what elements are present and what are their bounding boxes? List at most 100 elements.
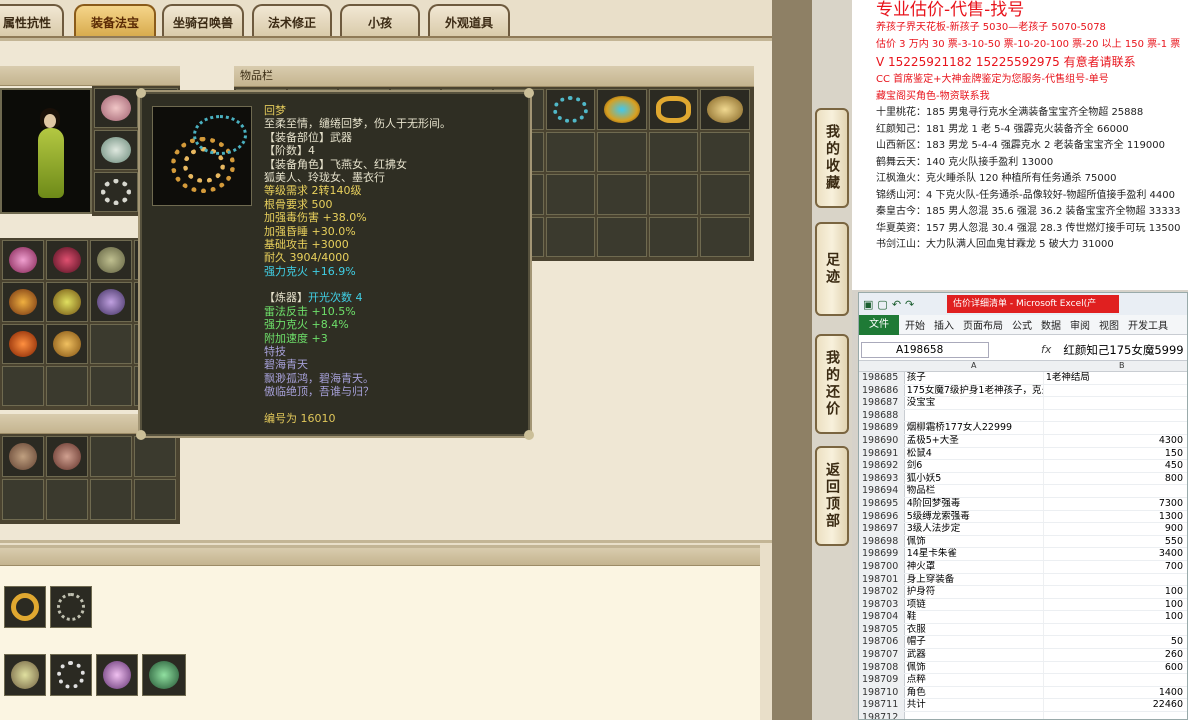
cell-b[interactable]: 1300 xyxy=(1044,511,1187,523)
row-number[interactable]: 198704 xyxy=(859,611,905,623)
accessory-ring[interactable] xyxy=(4,586,46,628)
cell-b[interactable]: 700 xyxy=(1044,561,1187,573)
cell-a[interactable]: 烟柳霜桥177女人22999 xyxy=(905,422,1044,434)
cell-a[interactable]: 剑6 xyxy=(905,460,1044,472)
item-slot[interactable] xyxy=(90,436,132,477)
item-slot[interactable] xyxy=(2,479,44,520)
row-number[interactable]: 198707 xyxy=(859,649,905,661)
item-slot[interactable] xyxy=(90,240,132,280)
cell-b[interactable]: 1老神结局 xyxy=(1044,372,1187,384)
accessory-bracelet[interactable] xyxy=(50,654,92,696)
tab-equipment[interactable]: 装备法宝 xyxy=(74,4,156,38)
cell-a[interactable]: 共计 xyxy=(905,699,1044,712)
accessory-mask[interactable] xyxy=(142,654,186,696)
cell-b[interactable]: 3400 xyxy=(1044,548,1187,560)
tab-appearance[interactable]: 外观道具 xyxy=(428,4,510,38)
inventory-slot[interactable] xyxy=(545,174,596,215)
cell-a[interactable]: 5级缚龙索强毒 xyxy=(905,510,1044,523)
ribbon-tab-view[interactable]: 视图 xyxy=(1099,317,1119,332)
item-slot[interactable] xyxy=(2,436,44,477)
fx-icon[interactable]: fx xyxy=(1041,343,1051,356)
inventory-slot[interactable] xyxy=(700,174,750,215)
inventory-slot[interactable] xyxy=(597,174,647,215)
cell-b[interactable]: 900 xyxy=(1044,523,1187,535)
row-number[interactable]: 198694 xyxy=(859,485,905,497)
row-number[interactable]: 198687 xyxy=(859,397,905,409)
row-number[interactable]: 198700 xyxy=(859,560,905,573)
cell-b[interactable]: 550 xyxy=(1044,536,1187,548)
inventory-slot[interactable] xyxy=(700,131,750,172)
equip-slot-necklace[interactable] xyxy=(94,130,138,170)
inventory-slot[interactable] xyxy=(648,131,699,172)
cell-b[interactable]: 450 xyxy=(1044,460,1187,472)
back-to-top-button[interactable]: 返回顶部 xyxy=(815,446,849,546)
item-slot[interactable] xyxy=(46,324,88,364)
cell-b[interactable]: 22460 xyxy=(1044,699,1187,711)
accessory-pendant[interactable] xyxy=(50,586,92,628)
row-number[interactable]: 198698 xyxy=(859,535,905,548)
tab-spell-correction[interactable]: 法术修正 xyxy=(252,4,332,38)
cell-b[interactable]: 260 xyxy=(1044,649,1187,661)
item-slot[interactable] xyxy=(2,324,44,364)
cell-a[interactable]: 佩饰 xyxy=(905,661,1044,674)
cell-b[interactable]: 800 xyxy=(1044,473,1187,485)
item-slot[interactable] xyxy=(46,436,88,477)
cell-a[interactable]: 护身符 xyxy=(905,586,1044,598)
item-slot[interactable] xyxy=(46,366,88,406)
cell-a[interactable]: 物品栏 xyxy=(905,485,1044,497)
cell-a[interactable]: 项链 xyxy=(905,598,1044,611)
ribbon-tab-data[interactable]: 数据 xyxy=(1041,317,1061,332)
cell-b[interactable]: 7300 xyxy=(1044,498,1187,510)
inventory-slot-cloak[interactable] xyxy=(700,89,750,130)
cell-a[interactable]: 衣服 xyxy=(905,623,1044,636)
cell-b[interactable]: 50 xyxy=(1044,636,1187,648)
ribbon-tab-file[interactable]: 文件 xyxy=(859,314,899,335)
column-b-header[interactable]: B xyxy=(1119,361,1125,370)
item-slot[interactable] xyxy=(134,479,176,520)
cell-a[interactable]: 4阶回梦强毒 xyxy=(905,497,1044,510)
cell-a[interactable]: 3级人法步定 xyxy=(905,523,1044,535)
row-number[interactable]: 198691 xyxy=(859,447,905,460)
row-number[interactable]: 198689 xyxy=(859,422,905,434)
inventory-slot-belt[interactable] xyxy=(648,89,699,130)
scrollbar[interactable] xyxy=(772,0,812,720)
cell-b[interactable] xyxy=(1044,410,1187,422)
my-favorites-button[interactable]: 我的收藏 xyxy=(815,108,849,208)
row-number[interactable]: 198693 xyxy=(859,472,905,485)
ribbon-tab-page-layout[interactable]: 页面布局 xyxy=(963,317,1003,332)
cell-a[interactable]: 角色 xyxy=(905,686,1044,699)
item-slot[interactable] xyxy=(90,282,132,322)
my-counteroffer-button[interactable]: 我的还价 xyxy=(815,334,849,434)
row-number[interactable]: 198701 xyxy=(859,573,905,586)
inventory-slot-amulet[interactable] xyxy=(597,89,647,130)
row-number[interactable]: 198709 xyxy=(859,674,905,686)
cell-a[interactable]: 狐小妖5 xyxy=(905,472,1044,485)
cell-a[interactable] xyxy=(905,712,1044,719)
column-a-header[interactable]: A xyxy=(971,361,976,370)
accessory-charm[interactable] xyxy=(4,654,46,696)
inventory-slot[interactable] xyxy=(545,216,596,257)
ribbon-tab-insert[interactable]: 插入 xyxy=(934,317,954,332)
cell-a[interactable]: 14星卡朱雀 xyxy=(905,548,1044,560)
accessory-jellyfish[interactable] xyxy=(96,654,138,696)
inventory-slot[interactable] xyxy=(597,216,647,257)
row-number[interactable]: 198692 xyxy=(859,460,905,472)
row-number[interactable]: 198690 xyxy=(859,434,905,447)
cell-b[interactable]: 100 xyxy=(1044,611,1187,623)
inventory-slot[interactable] xyxy=(648,216,699,257)
cell-a[interactable]: 帽子 xyxy=(905,636,1044,649)
item-slot[interactable] xyxy=(90,366,132,406)
cell-a[interactable]: 佩饰 xyxy=(905,535,1044,548)
inventory-slot[interactable] xyxy=(597,131,647,172)
formula-input[interactable]: 红颜知己175女魔5999 xyxy=(1063,342,1183,358)
ribbon-tab-formulas[interactable]: 公式 xyxy=(1012,317,1032,332)
row-number[interactable]: 198712 xyxy=(859,712,905,719)
item-slot[interactable] xyxy=(46,479,88,520)
cell-b[interactable] xyxy=(1044,485,1187,497)
cell-a[interactable]: 神火罩 xyxy=(905,560,1044,573)
cell-a[interactable] xyxy=(905,409,1044,422)
row-number[interactable]: 198702 xyxy=(859,586,905,598)
equip-slot-mask[interactable] xyxy=(94,88,138,128)
equip-slot-bracelet[interactable] xyxy=(94,172,138,212)
row-number[interactable]: 198685 xyxy=(859,372,905,384)
